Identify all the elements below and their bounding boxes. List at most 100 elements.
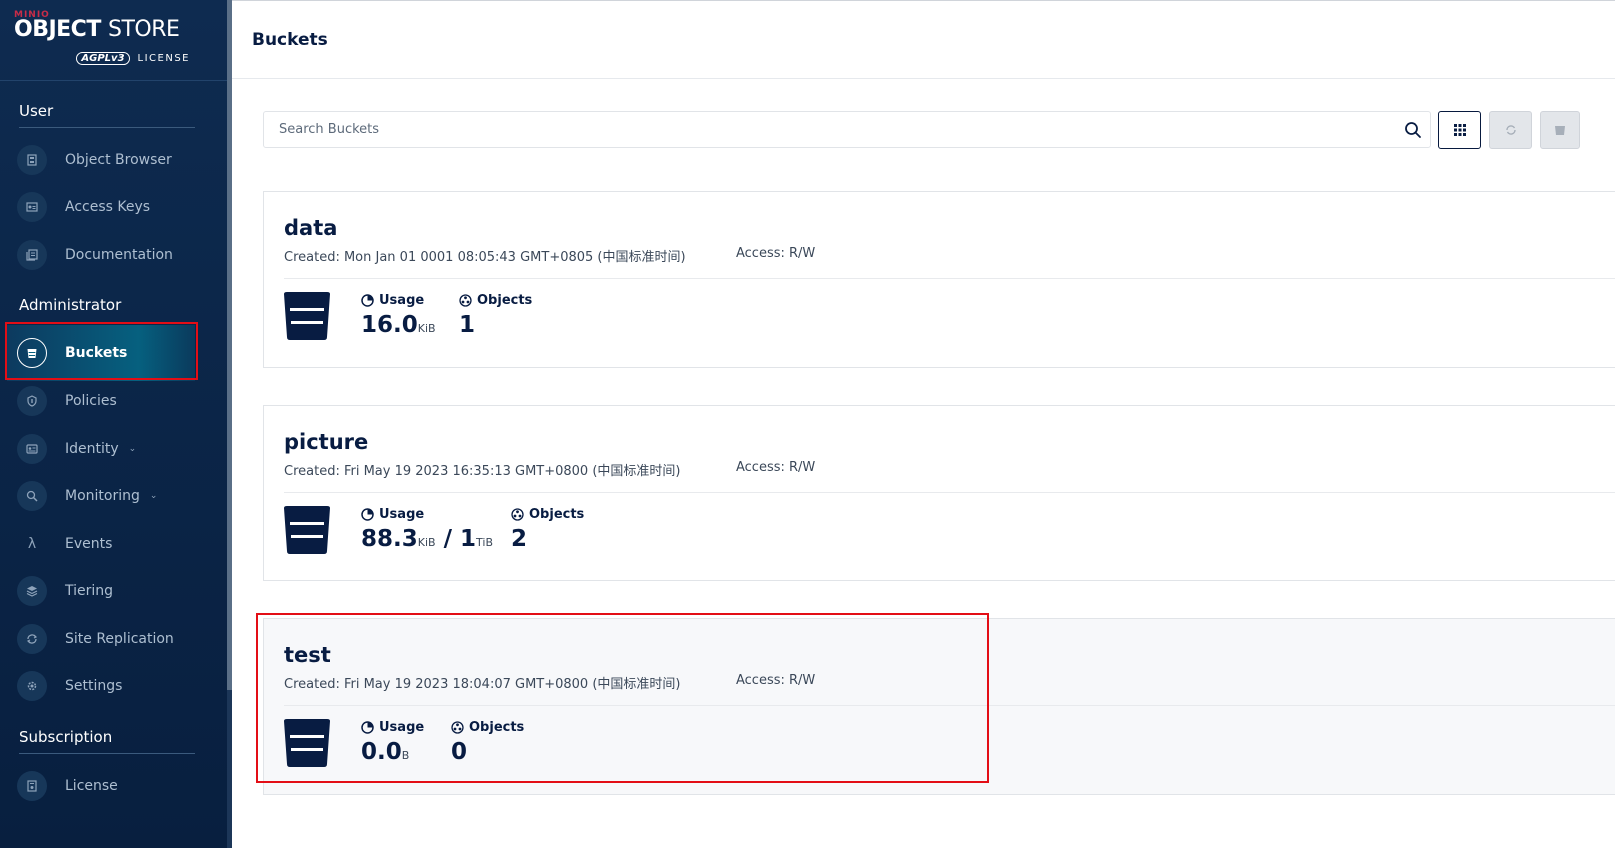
usage-label: Usage <box>361 507 493 522</box>
sidebar-item-label: Monitoring <box>65 488 140 504</box>
sidebar-item-tiering[interactable]: Tiering <box>17 572 197 610</box>
highlight-box <box>256 613 989 783</box>
section-title-administrator: Administrator <box>19 296 122 314</box>
page-header: Buckets <box>232 1 1615 79</box>
refresh-icon <box>1505 125 1516 135</box>
pie-chart-icon <box>361 294 374 307</box>
objects-icon <box>511 508 524 521</box>
objects-value: 2 <box>511 526 528 552</box>
usage-metric: Usage 16.0KiB <box>361 293 436 338</box>
objects-value: 1 <box>459 312 476 338</box>
usage-value: 88.3KiB / 1TiB <box>361 526 493 552</box>
page-title: Buckets <box>252 30 328 50</box>
sidebar-item-access-keys[interactable]: Access Keys <box>17 188 197 226</box>
agpl-badge: AGPLv3 <box>76 52 130 65</box>
sidebar-item-label: Tiering <box>65 583 114 599</box>
card-divider <box>284 278 1615 279</box>
sidebar-item-label: Object Browser <box>65 152 172 168</box>
usage-value: 16.0KiB <box>361 312 436 338</box>
chevron-down-icon[interactable]: ⌄ <box>150 491 158 501</box>
logo-license: AGPLv3 LICENSE <box>76 52 190 65</box>
bucket-name[interactable]: data <box>284 216 337 240</box>
sidebar-item-license[interactable]: License <box>17 767 197 805</box>
minio-logo[interactable]: MINIO OBJECT STORE AGPLv3 LICENSE <box>14 10 204 72</box>
policies-icon <box>17 386 47 416</box>
create-bucket-button[interactable] <box>1540 111 1580 149</box>
logo-product-light: STORE <box>108 17 180 42</box>
sidebar-item-label: Documentation <box>65 247 173 263</box>
objects-label-text: Objects <box>477 293 533 308</box>
search-input[interactable] <box>264 112 1394 147</box>
documentation-icon <box>17 240 47 270</box>
quota-separator: / <box>435 526 460 552</box>
card-divider <box>284 492 1615 493</box>
monitoring-icon <box>17 481 47 511</box>
section-title-subscription: Subscription <box>19 728 113 746</box>
usage-label-text: Usage <box>379 507 425 522</box>
list-view-button[interactable] <box>1438 111 1481 149</box>
license-icon <box>17 771 47 801</box>
sidebar-item-label: Settings <box>65 678 123 694</box>
sidebar-item-label: Site Replication <box>65 631 174 647</box>
license-text: LICENSE <box>137 53 190 64</box>
sidebar-item-events[interactable]: λ Events <box>17 525 197 563</box>
sidebar-item-documentation[interactable]: Documentation <box>17 236 197 274</box>
objects-label: Objects <box>511 507 584 522</box>
section-title-user: User <box>19 102 54 120</box>
usage-number: 88.3 <box>361 526 418 552</box>
usage-label: Usage <box>361 293 436 308</box>
sidebar-item-monitoring[interactable]: Monitoring ⌄ <box>17 477 197 515</box>
logo-divider <box>0 80 227 81</box>
sidebar-item-settings[interactable]: Settings <box>17 667 197 705</box>
sidebar-item-policies[interactable]: Policies <box>17 382 197 420</box>
search-icon[interactable] <box>1404 121 1422 139</box>
sidebar-item-label: Identity <box>65 441 119 457</box>
access-keys-icon <box>17 192 47 222</box>
section-divider <box>19 127 195 128</box>
quota-number: 1 <box>460 526 477 552</box>
sidebar-item-object-browser[interactable]: Object Browser <box>17 141 197 179</box>
grid-icon <box>1453 124 1466 136</box>
quota-unit: TiB <box>476 536 493 549</box>
objects-metric: Objects 1 <box>459 293 532 338</box>
sidebar-item-site-replication[interactable]: Site Replication <box>17 620 197 658</box>
gear-icon <box>17 671 47 701</box>
bucket-access: Access: R/W <box>736 460 816 475</box>
lambda-icon: λ <box>27 536 37 552</box>
bucket-icon <box>1555 126 1565 135</box>
identity-icon <box>17 434 47 464</box>
bucket-icon <box>284 292 330 340</box>
objects-label: Objects <box>459 293 532 308</box>
usage-label-text: Usage <box>379 293 425 308</box>
section-divider <box>19 753 195 754</box>
usage-unit: KiB <box>417 322 436 335</box>
sidebar-item-label: Access Keys <box>65 199 151 215</box>
objects-label-text: Objects <box>529 507 585 522</box>
bucket-name[interactable]: picture <box>284 430 368 454</box>
search-bar <box>263 111 1431 148</box>
objects-metric: Objects 2 <box>511 507 584 552</box>
logo-product: OBJECT STORE <box>14 18 204 42</box>
usage-metric: Usage 88.3KiB / 1TiB <box>361 507 493 552</box>
object-browser-icon <box>17 145 47 175</box>
sidebar-item-label: License <box>65 778 118 794</box>
bucket-created-date: Created: Mon Jan 01 0001 08:05:43 GMT+08… <box>284 250 686 265</box>
sidebar-item-identity[interactable]: Identity ⌄ <box>17 430 197 468</box>
objects-icon <box>459 294 472 307</box>
bucket-card-picture[interactable]: picture Created: Fri May 19 2023 16:35:1… <box>263 405 1615 581</box>
pie-chart-icon <box>361 508 374 521</box>
highlight-box <box>5 322 198 380</box>
chevron-down-icon[interactable]: ⌄ <box>129 444 137 454</box>
sidebar-scrollbar-thumb[interactable] <box>227 0 232 690</box>
bucket-access: Access: R/W <box>736 246 816 261</box>
bucket-icon <box>284 506 330 554</box>
replication-icon <box>17 624 47 654</box>
bucket-created-date: Created: Fri May 19 2023 16:35:13 GMT+08… <box>284 464 681 479</box>
sidebar-item-label: Events <box>65 536 113 552</box>
bucket-card-data[interactable]: data Created: Mon Jan 01 0001 08:05:43 G… <box>263 191 1615 368</box>
refresh-button[interactable] <box>1489 111 1532 149</box>
sidebar: MINIO OBJECT STORE AGPLv3 LICENSE User O… <box>0 0 232 848</box>
sidebar-item-label: Policies <box>65 393 117 409</box>
logo-product-bold: OBJECT <box>14 17 101 42</box>
usage-unit: KiB <box>417 536 436 549</box>
